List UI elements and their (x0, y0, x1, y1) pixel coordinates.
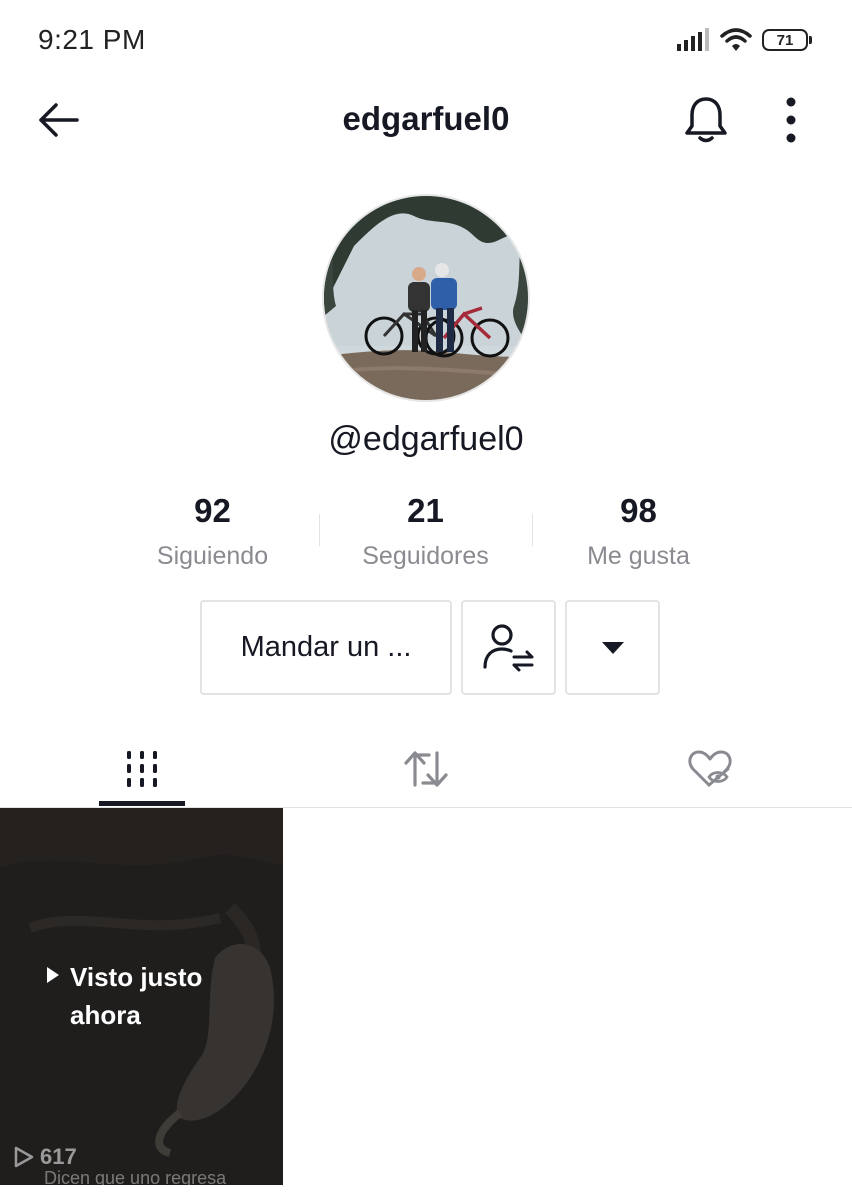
grid-bars-icon (127, 751, 157, 787)
caret-down-icon (601, 641, 624, 654)
more-options-button[interactable] (770, 94, 812, 146)
signal-icon (677, 28, 709, 51)
view-count-text: 617 (40, 1144, 77, 1169)
stat-divider (319, 514, 320, 546)
profile-tabs (0, 730, 852, 808)
wifi-icon (720, 28, 752, 51)
play-outline-icon (14, 1146, 34, 1168)
user-swap-icon (482, 623, 533, 671)
avatar[interactable] (322, 194, 530, 402)
profile-handle: @edgarfuel0 (328, 420, 524, 458)
profile-photo (324, 196, 528, 400)
stat-divider (532, 514, 533, 546)
send-message-button[interactable]: Mandar un ... (200, 600, 452, 695)
status-bar: 9:21 PM 71 (0, 0, 852, 80)
stat-following[interactable]: 92 Siguiendo (106, 490, 319, 580)
friend-status-button[interactable] (461, 600, 556, 695)
status-icons: 71 (676, 24, 812, 56)
top-navigation: edgarfuel0 (0, 80, 852, 160)
tab-reposts[interactable] (284, 730, 568, 808)
stat-following-value: 92 (194, 492, 231, 529)
active-tab-indicator (99, 801, 185, 806)
bell-icon (685, 97, 727, 143)
tab-liked[interactable] (568, 730, 852, 808)
repost-icon (404, 751, 448, 787)
more-vertical-icon (786, 97, 796, 143)
play-icon (47, 967, 59, 983)
watched-indicator: Visto justo ahora (46, 958, 246, 1034)
video-view-count: 617 (14, 1144, 77, 1170)
notification-bell-button[interactable] (680, 94, 732, 146)
stat-followers-label: Seguidores (362, 542, 489, 570)
status-time: 9:21 PM (38, 24, 146, 55)
profile-stats: 92 Siguiendo 21 Seguidores 98 Me gusta (106, 490, 746, 580)
tab-videos[interactable] (0, 730, 284, 808)
more-profile-options-button[interactable] (565, 600, 660, 695)
video-caption: Dicen que uno regresa (44, 1168, 227, 1188)
stat-following-label: Siguiendo (156, 542, 269, 570)
heart-hidden-icon (688, 750, 732, 788)
stat-likes-value: 98 (620, 492, 657, 529)
stat-followers-value: 21 (407, 492, 444, 529)
battery-icon: 71 (762, 29, 812, 51)
watched-label: Visto justo ahora (70, 962, 203, 1030)
battery-level: 71 (776, 31, 794, 49)
stat-likes-label: Me gusta (587, 542, 690, 570)
stat-followers[interactable]: 21 Seguidores (319, 490, 532, 580)
stat-likes[interactable]: 98 Me gusta (532, 490, 745, 580)
